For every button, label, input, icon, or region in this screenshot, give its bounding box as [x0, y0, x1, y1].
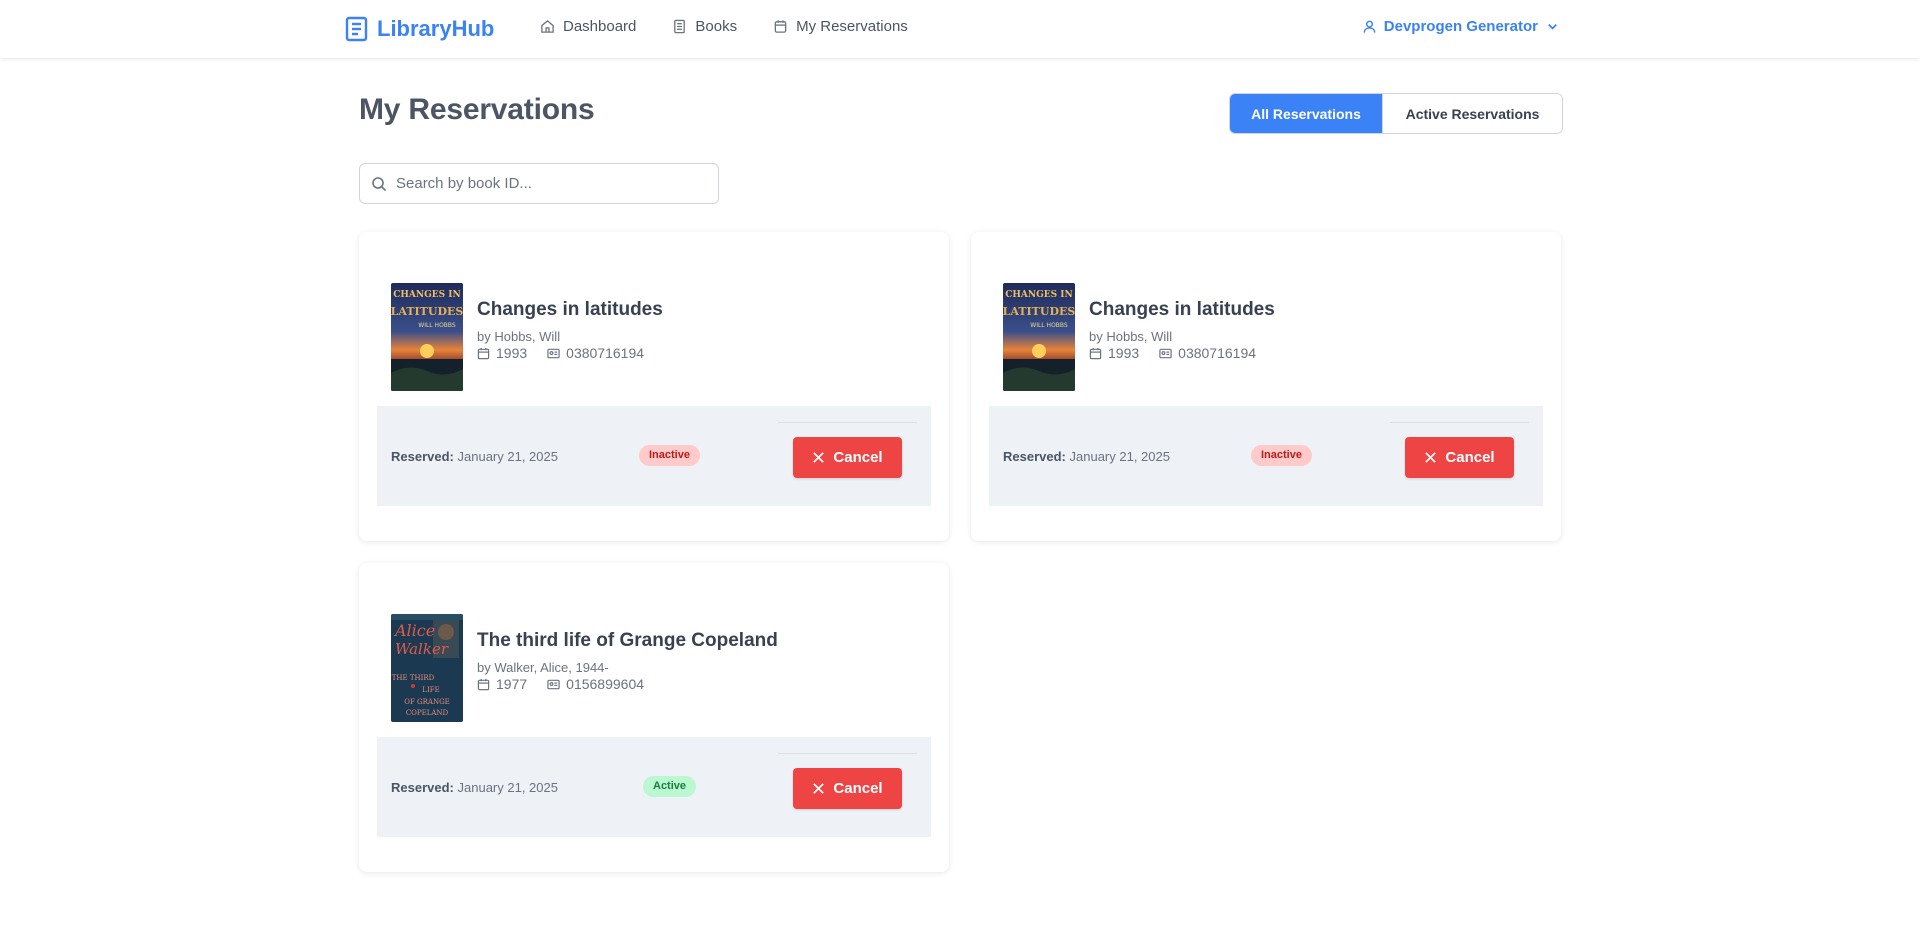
book-cover-image: Alice Walker THE THIRD LIFE OF GRANGE CO… [391, 614, 463, 722]
cover-title-text: CHANGES IN [1005, 290, 1073, 300]
page-title: My Reservations [359, 93, 595, 126]
reserved-label: Reserved: [391, 449, 454, 464]
search-input[interactable] [396, 164, 716, 203]
reserved-label: Reserved: [391, 780, 454, 795]
reservation-card: Alice Walker THE THIRD LIFE OF GRANGE CO… [359, 563, 949, 872]
book-year: 1993 [1108, 345, 1140, 361]
cover-title-text: COPELAND [406, 709, 449, 717]
reserved-label: Reserved: [1003, 449, 1066, 464]
book-title[interactable]: Changes in latitudes [477, 299, 663, 321]
user-menu[interactable]: Devprogen Generator [1362, 18, 1560, 35]
reservation-footer: Reserved: January 21, 2025 Inactive Canc… [377, 406, 931, 506]
reservation-card: CHANGES IN LATITUDES WILL HOBBS Changes … [359, 232, 949, 541]
book-year: 1993 [496, 345, 528, 361]
nav-link-label: Dashboard [563, 18, 637, 35]
reserved-date: Reserved: January 21, 2025 [391, 449, 558, 464]
cover-title-text: OF GRANGE [404, 698, 450, 706]
cover-title-text: THE THIRD [392, 674, 435, 682]
search-box [359, 163, 719, 204]
chevron-down-icon [1548, 24, 1557, 30]
close-icon [813, 783, 825, 794]
close-icon [1425, 452, 1437, 463]
nav-link-books[interactable]: Books [672, 18, 737, 35]
book-cover[interactable]: CHANGES IN LATITUDES WILL HOBBS [391, 283, 463, 391]
reservation-footer: Reserved: January 21, 2025 Inactive Canc… [989, 406, 1543, 506]
cover-title-text: LATITUDES [391, 305, 463, 318]
book-author: by Hobbs, Will [477, 329, 561, 344]
cover-author-text: WILL HOBBS [1030, 322, 1068, 329]
status-badge: Inactive [1251, 445, 1312, 466]
nav-link-label: My Reservations [796, 18, 908, 35]
calendar-icon [477, 678, 490, 690]
id-card-icon [547, 348, 560, 358]
cover-title-text: LATITUDES [1003, 305, 1075, 318]
cancel-label: Cancel [833, 449, 883, 466]
book-year: 1977 [496, 676, 528, 692]
reservation-card: CHANGES IN LATITUDES WILL HOBBS Changes … [971, 232, 1561, 541]
top-navbar: LibraryHub Dashboard Books My Reservatio… [0, 0, 1920, 58]
cover-title-text: CHANGES IN [393, 290, 461, 300]
reserved-date: Reserved: January 21, 2025 [391, 780, 558, 795]
reserved-date-value: January 21, 2025 [457, 780, 558, 795]
nav-link-dashboard[interactable]: Dashboard [540, 18, 636, 35]
book-meta: 1993 0380716194 [1089, 345, 1256, 361]
book-isbn: 0156899604 [566, 676, 645, 692]
book-author: by Walker, Alice, 1944- [477, 660, 609, 675]
reservation-filter-toggle: All Reservations Active Reservations [1229, 93, 1563, 134]
calendar-icon [774, 20, 787, 33]
cancel-reservation-button[interactable]: Cancel [793, 437, 902, 478]
reserved-date: Reserved: January 21, 2025 [1003, 449, 1170, 464]
cover-title-text: Walker [395, 640, 449, 658]
book-cover[interactable]: CHANGES IN LATITUDES WILL HOBBS [1003, 283, 1075, 391]
cancel-label: Cancel [1445, 449, 1495, 466]
book-title[interactable]: Changes in latitudes [1089, 299, 1275, 321]
search-icon [372, 177, 387, 192]
reserved-date-value: January 21, 2025 [457, 449, 558, 464]
calendar-icon [1089, 347, 1102, 359]
all-reservations-button[interactable]: All Reservations [1230, 94, 1382, 133]
id-card-icon [1159, 348, 1172, 358]
divider [778, 753, 917, 754]
reservation-footer: Reserved: January 21, 2025 Active Cancel [377, 737, 931, 837]
cancel-reservation-button[interactable]: Cancel [1405, 437, 1514, 478]
home-icon [541, 20, 554, 33]
book-logo-icon [345, 16, 368, 42]
close-icon [813, 452, 825, 463]
reserved-date-value: January 21, 2025 [1069, 449, 1170, 464]
book-author: by Hobbs, Will [1089, 329, 1173, 344]
cancel-reservation-button[interactable]: Cancel [793, 768, 902, 809]
calendar-icon [477, 347, 490, 359]
book-cover[interactable]: Alice Walker THE THIRD LIFE OF GRANGE CO… [391, 614, 463, 722]
cover-title-text: Alice [393, 621, 435, 640]
user-icon [1363, 20, 1376, 33]
book-meta: 1977 0156899604 [477, 676, 644, 692]
status-badge: Active [643, 776, 697, 797]
cancel-label: Cancel [833, 780, 883, 797]
nav-link-my-reservations[interactable]: My Reservations [773, 18, 908, 35]
brand-name: LibraryHub [377, 16, 495, 41]
divider [1390, 422, 1529, 423]
user-name: Devprogen Generator [1383, 18, 1538, 35]
book-isbn: 0380716194 [1178, 345, 1257, 361]
id-card-icon [547, 679, 560, 689]
nav-link-label: Books [695, 18, 738, 35]
book-meta: 1993 0380716194 [477, 345, 644, 361]
cover-title-text: LIFE [422, 686, 439, 694]
book-icon [674, 19, 686, 34]
book-title[interactable]: The third life of Grange Copeland [477, 630, 778, 652]
nav-links: Dashboard Books My Reservations [540, 18, 908, 35]
book-cover-image: CHANGES IN LATITUDES WILL HOBBS [1003, 283, 1075, 391]
brand-logo[interactable]: LibraryHub [345, 13, 494, 45]
cover-author-text: WILL HOBBS [418, 322, 456, 329]
divider [778, 422, 917, 423]
active-reservations-button[interactable]: Active Reservations [1382, 94, 1562, 133]
status-badge: Inactive [639, 445, 700, 466]
book-cover-image: CHANGES IN LATITUDES WILL HOBBS [391, 283, 463, 391]
book-isbn: 0380716194 [566, 345, 645, 361]
